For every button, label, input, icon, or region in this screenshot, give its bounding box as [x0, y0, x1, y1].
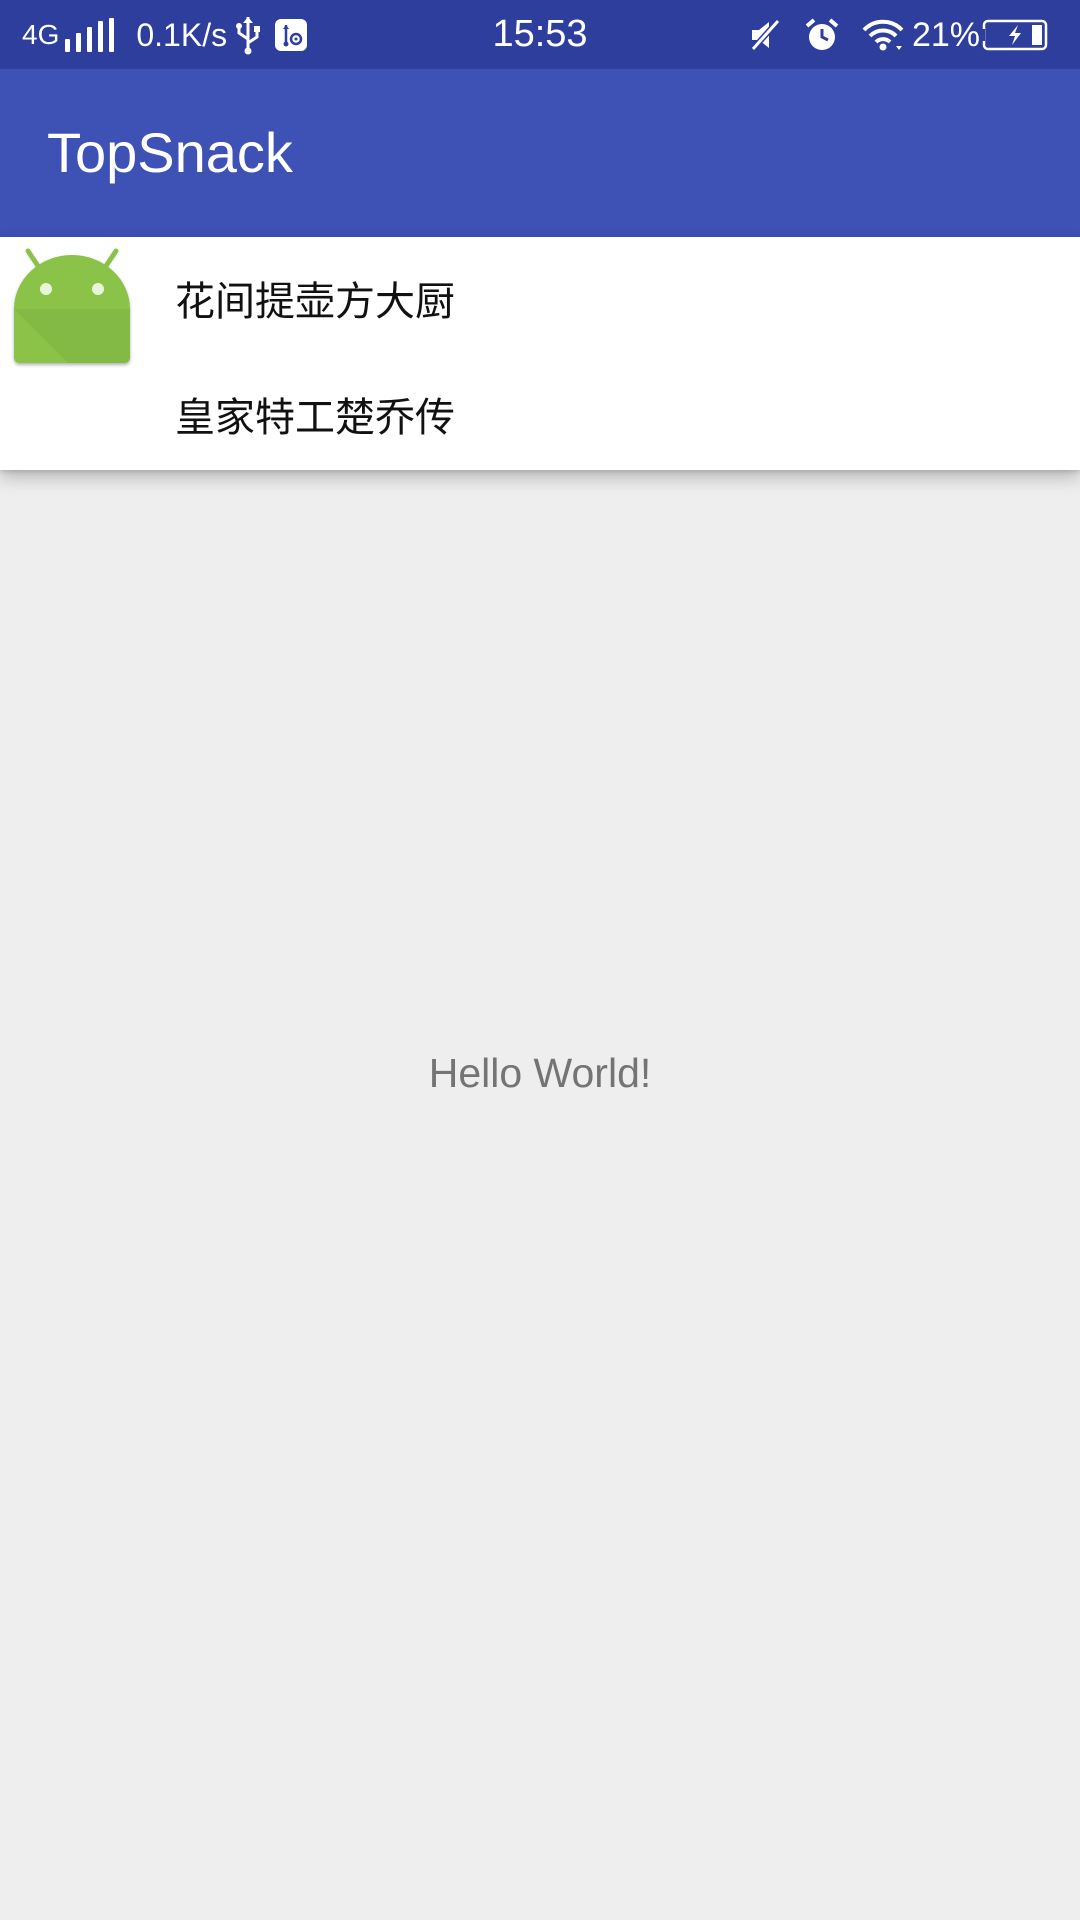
mute-icon: [750, 19, 781, 51]
list-item[interactable]: 花间提壶方大厨: [175, 269, 455, 327]
alarm-icon: [805, 18, 839, 50]
hello-text: Hello World!: [428, 1050, 652, 1096]
app-bar: TopSnack: [0, 69, 1080, 237]
snack-list: 花间提壶方大厨 皇家特工楚乔传: [0, 237, 1080, 470]
network-type: 4G: [22, 19, 60, 50]
wifi-icon: [862, 19, 904, 51]
net-speed: 0.1K/s: [136, 17, 228, 53]
battery-charging-icon: [982, 19, 1048, 51]
usb-icon: [236, 17, 261, 55]
status-right: 21%: [748, 12, 1054, 58]
status-bar: 15:53 4G 0.1K/s 21%: [0, 0, 1080, 69]
list-item[interactable]: 皇家特工楚乔传: [175, 385, 455, 443]
usb-debug-icon: [275, 19, 308, 51]
signal-icon: [65, 18, 115, 52]
battery-percent: 21%: [911, 16, 980, 54]
status-left: 4G 0.1K/s: [22, 12, 308, 58]
app-title: TopSnack: [47, 121, 293, 184]
android-icon: [14, 248, 130, 363]
